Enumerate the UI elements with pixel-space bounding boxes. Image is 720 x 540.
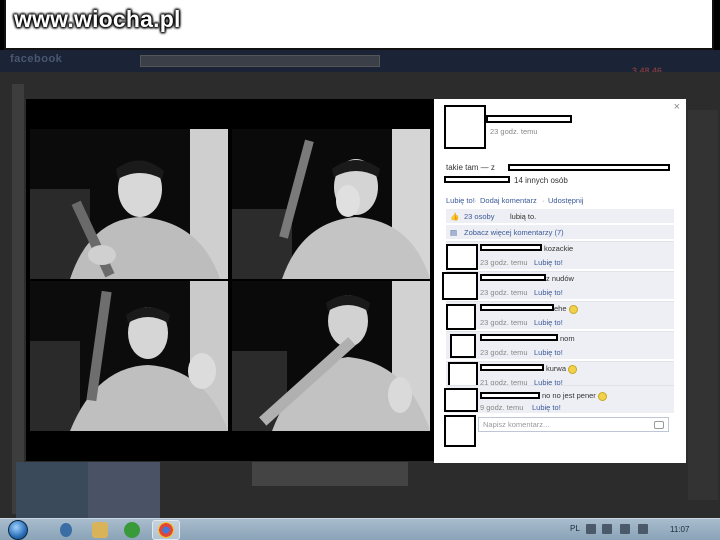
smiley-icon xyxy=(568,304,578,314)
view-more-comments-link[interactable]: Zobacz więcej komentarzy (7) xyxy=(464,228,564,237)
likes-count-link[interactable]: 23 osoby xyxy=(464,212,494,221)
comment-input-placeholder: Napisz komentarz... xyxy=(483,420,550,429)
smiley-icon xyxy=(597,391,607,401)
comment-item: kozackie 23 godz. temu Lubię to! xyxy=(446,241,674,270)
chrome-icon[interactable] xyxy=(158,522,174,538)
thumbs-up-icon: 👍 xyxy=(450,212,460,221)
smiley-icon xyxy=(568,364,578,374)
comment-text: no no jest pener xyxy=(542,391,607,401)
comment-time[interactable]: 9 godz. temu xyxy=(480,403,523,412)
comment-item: z nudów 23 godz. temu Lubię to! xyxy=(442,271,674,300)
facebook-logo[interactable]: facebook xyxy=(10,53,62,65)
network-icon[interactable] xyxy=(602,524,612,534)
flag-icon[interactable] xyxy=(620,524,630,534)
commenter-avatar[interactable] xyxy=(446,304,476,330)
commenter-avatar[interactable] xyxy=(450,334,476,358)
comment-text: z nudów xyxy=(546,274,574,283)
comment-like-link[interactable]: Lubię to! xyxy=(534,348,563,357)
photo-viewer[interactable] xyxy=(26,99,434,461)
share-link[interactable]: Udostępnij xyxy=(548,196,583,205)
right-column xyxy=(688,110,718,500)
comment-text: kozackie xyxy=(544,244,574,253)
post-time[interactable]: 23 godz. temu xyxy=(490,127,538,136)
watermark-text: www.wiocha.pl xyxy=(14,6,181,32)
author-avatar[interactable] xyxy=(444,105,486,149)
author-name-redacted xyxy=(486,115,572,123)
commenter-name-redacted xyxy=(480,274,546,281)
comment-text: kurwa xyxy=(546,364,578,374)
photo-panel-3 xyxy=(30,281,228,431)
commenter-name-redacted xyxy=(480,334,558,341)
comment-like-link[interactable]: Lubię to! xyxy=(534,318,563,327)
photo-panel-4 xyxy=(232,281,430,431)
photo-1-image xyxy=(30,129,228,279)
start-button[interactable] xyxy=(8,520,28,540)
tray-arrow-icon[interactable] xyxy=(586,524,596,534)
thumbnail-left[interactable] xyxy=(16,462,88,518)
photo-3-image xyxy=(30,281,228,431)
background-photo-strip xyxy=(252,462,408,486)
comment-time[interactable]: 23 godz. temu xyxy=(480,288,528,297)
add-comment-link[interactable]: Dodaj komentarz xyxy=(480,196,537,205)
utorrent-icon[interactable] xyxy=(124,522,140,538)
photo-panel-1 xyxy=(30,129,228,279)
post-caption: takie tam — z xyxy=(446,163,495,172)
photo-4-image xyxy=(232,281,430,431)
comment-text: ehe xyxy=(554,304,578,314)
photo-2-image xyxy=(232,129,430,279)
view-more-row[interactable]: ▤ Zobacz więcej komentarzy (7) xyxy=(446,225,674,239)
language-indicator[interactable]: PL xyxy=(570,524,580,533)
comment-input[interactable]: Napisz komentarz... xyxy=(478,417,669,432)
likes-summary: 👍 23 osoby lubią to. xyxy=(446,209,674,223)
comment-text: nom xyxy=(560,334,575,343)
tagged-names-redacted xyxy=(508,164,670,171)
current-user-avatar xyxy=(444,415,476,447)
post-like-link[interactable]: Lubię to! xyxy=(446,196,475,205)
left-column xyxy=(12,84,24,514)
tagged-others-link[interactable]: 14 innych osób xyxy=(514,176,568,185)
comment-icon: ▤ xyxy=(450,228,458,237)
camera-icon[interactable] xyxy=(654,421,664,429)
comment-item: ehe 23 godz. temu Lubię to! xyxy=(446,301,674,330)
commenter-name-redacted xyxy=(480,364,544,371)
comment-time[interactable]: 23 godz. temu xyxy=(480,258,528,267)
folder-icon[interactable] xyxy=(92,522,108,538)
photo-panel-2 xyxy=(232,129,430,279)
search-input[interactable] xyxy=(140,55,380,67)
commenter-avatar[interactable] xyxy=(444,388,478,412)
comment-time[interactable]: 23 godz. temu xyxy=(480,348,528,357)
comments-panel: × 23 godz. temu takie tam — z 14 innych … xyxy=(434,99,686,463)
commenter-name-redacted xyxy=(480,304,554,311)
clock[interactable]: 11:07 xyxy=(670,525,689,534)
windows-taskbar: PL 11:07 xyxy=(0,518,720,540)
commenter-name-redacted xyxy=(480,392,540,399)
commenter-avatar[interactable] xyxy=(446,244,478,270)
thumbnail-right[interactable] xyxy=(88,462,160,518)
comment-time[interactable]: 23 godz. temu xyxy=(480,318,528,327)
comment-like-link[interactable]: Lubię to! xyxy=(534,258,563,267)
comment-like-link[interactable]: Lubię to! xyxy=(532,403,561,412)
comment-item: no no jest pener 9 godz. temu Lubię to! xyxy=(444,385,674,413)
close-icon[interactable]: × xyxy=(674,101,680,113)
likes-suffix: lubią to. xyxy=(510,212,537,221)
tagged-names-redacted-2 xyxy=(444,176,510,183)
commenter-name-redacted xyxy=(480,244,542,251)
comment-item: nom 23 godz. temu Lubię to! xyxy=(446,331,674,359)
volume-icon[interactable] xyxy=(638,524,648,534)
comment-like-link[interactable]: Lubię to! xyxy=(534,288,563,297)
bluetooth-icon[interactable] xyxy=(60,523,72,537)
screenshot-root: www.wiocha.pl facebook 3 48 46 × 23 godz… xyxy=(0,0,720,540)
commenter-avatar[interactable] xyxy=(442,272,478,300)
